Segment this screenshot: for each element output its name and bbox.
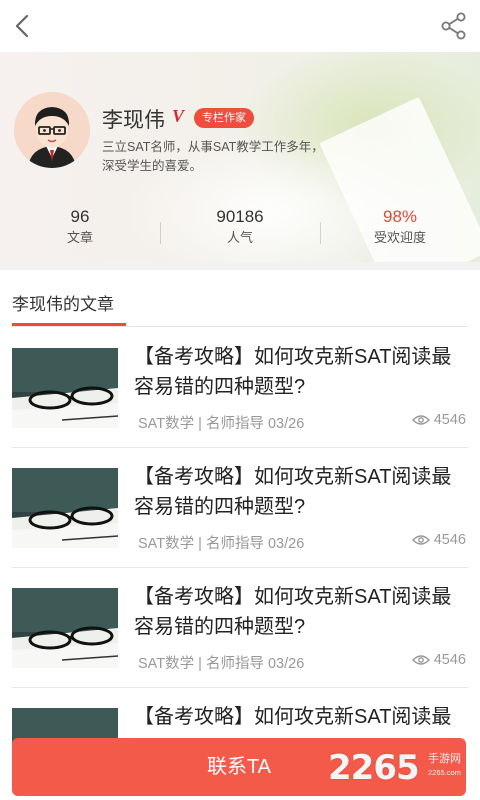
article-thumbnail <box>12 348 118 428</box>
eye-icon <box>411 655 430 665</box>
stat-popularity: 90186 人气 <box>160 206 320 248</box>
stat-label: 受欢迎度 <box>373 230 426 245</box>
article-meta: SAT数学 | 名师指导 03/26 <box>138 536 305 552</box>
eye-icon <box>411 415 430 425</box>
stats-row: 96 文章 90186 人气 98% 受欢迎度 <box>0 206 480 256</box>
article-views: 4546 <box>411 652 466 668</box>
active-tab-indicator <box>12 323 126 326</box>
back-arrow-icon[interactable] <box>10 12 38 40</box>
watermark-text: 2265 <box>328 748 420 788</box>
stat-divider <box>320 222 321 244</box>
stat-value: 98% <box>382 207 418 226</box>
watermark-url: 2265.com <box>428 768 461 777</box>
article-title: 【备考攻略】如何攻克新SAT阅读最 <box>134 706 452 728</box>
stat-label: 人气 <box>226 230 253 245</box>
eye-icon <box>411 535 430 545</box>
view-count: 4546 <box>433 412 466 428</box>
stat-articles[interactable]: 96 文章 <box>0 206 160 248</box>
article-item[interactable]: 【备考攻略】如何攻克新SAT阅读最容易错的四种题型? SAT数学 | 名师指导 … <box>0 448 480 568</box>
article-thumbnail <box>12 468 118 548</box>
author-name: 李现伟 <box>102 109 165 132</box>
top-bar <box>0 0 480 52</box>
view-count: 4546 <box>433 652 466 668</box>
view-count: 4546 <box>433 532 466 548</box>
verified-v-icon: V <box>172 106 185 126</box>
article-title: 【备考攻略】如何攻克新SAT阅读最容易错的四种题型? <box>134 586 452 638</box>
watermark-subtext: 手游网 <box>428 753 461 765</box>
bio-line: 深受学生的喜爱。 <box>102 159 203 173</box>
article-item[interactable]: 【备考攻略】如何攻克新SAT阅读最容易错的四种题型? SAT数学 | 名师指导 … <box>0 328 480 448</box>
author-bio: 三立SAT名师，从事SAT教学工作多年， 深受学生的喜爱。 <box>102 138 362 176</box>
columnist-badge: 专栏作家 <box>194 108 254 128</box>
article-meta: SAT数学 | 名师指导 03/26 <box>138 416 305 432</box>
teacher-avatar-icon[interactable] <box>14 92 90 168</box>
stat-label: 文章 <box>66 230 93 245</box>
article-title: 【备考攻略】如何攻克新SAT阅读最容易错的四种题型? <box>134 346 452 398</box>
article-thumbnail <box>12 588 118 668</box>
stat-value: 96 <box>70 207 90 226</box>
article-item[interactable]: 【备考攻略】如何攻克新SAT阅读最容易错的四种题型? SAT数学 | 名师指导 … <box>0 568 480 688</box>
watermark-logo: 2265 手游网 2265.com <box>326 748 476 788</box>
section-gap <box>0 262 480 270</box>
section-divider <box>12 326 468 327</box>
article-title: 【备考攻略】如何攻克新SAT阅读最容易错的四种题型? <box>134 466 452 518</box>
share-icon[interactable] <box>440 12 468 40</box>
article-views: 4546 <box>411 532 466 548</box>
articles-section-title: 李现伟的文章 <box>12 295 114 314</box>
bio-line: 三立SAT名师，从事SAT教学工作多年， <box>102 140 324 154</box>
stat-value: 90186 <box>216 207 264 226</box>
stat-favorability: 98% 受欢迎度 <box>320 206 480 248</box>
article-meta: SAT数学 | 名师指导 03/26 <box>138 656 305 672</box>
article-views: 4546 <box>411 412 466 428</box>
stat-divider <box>160 222 161 244</box>
